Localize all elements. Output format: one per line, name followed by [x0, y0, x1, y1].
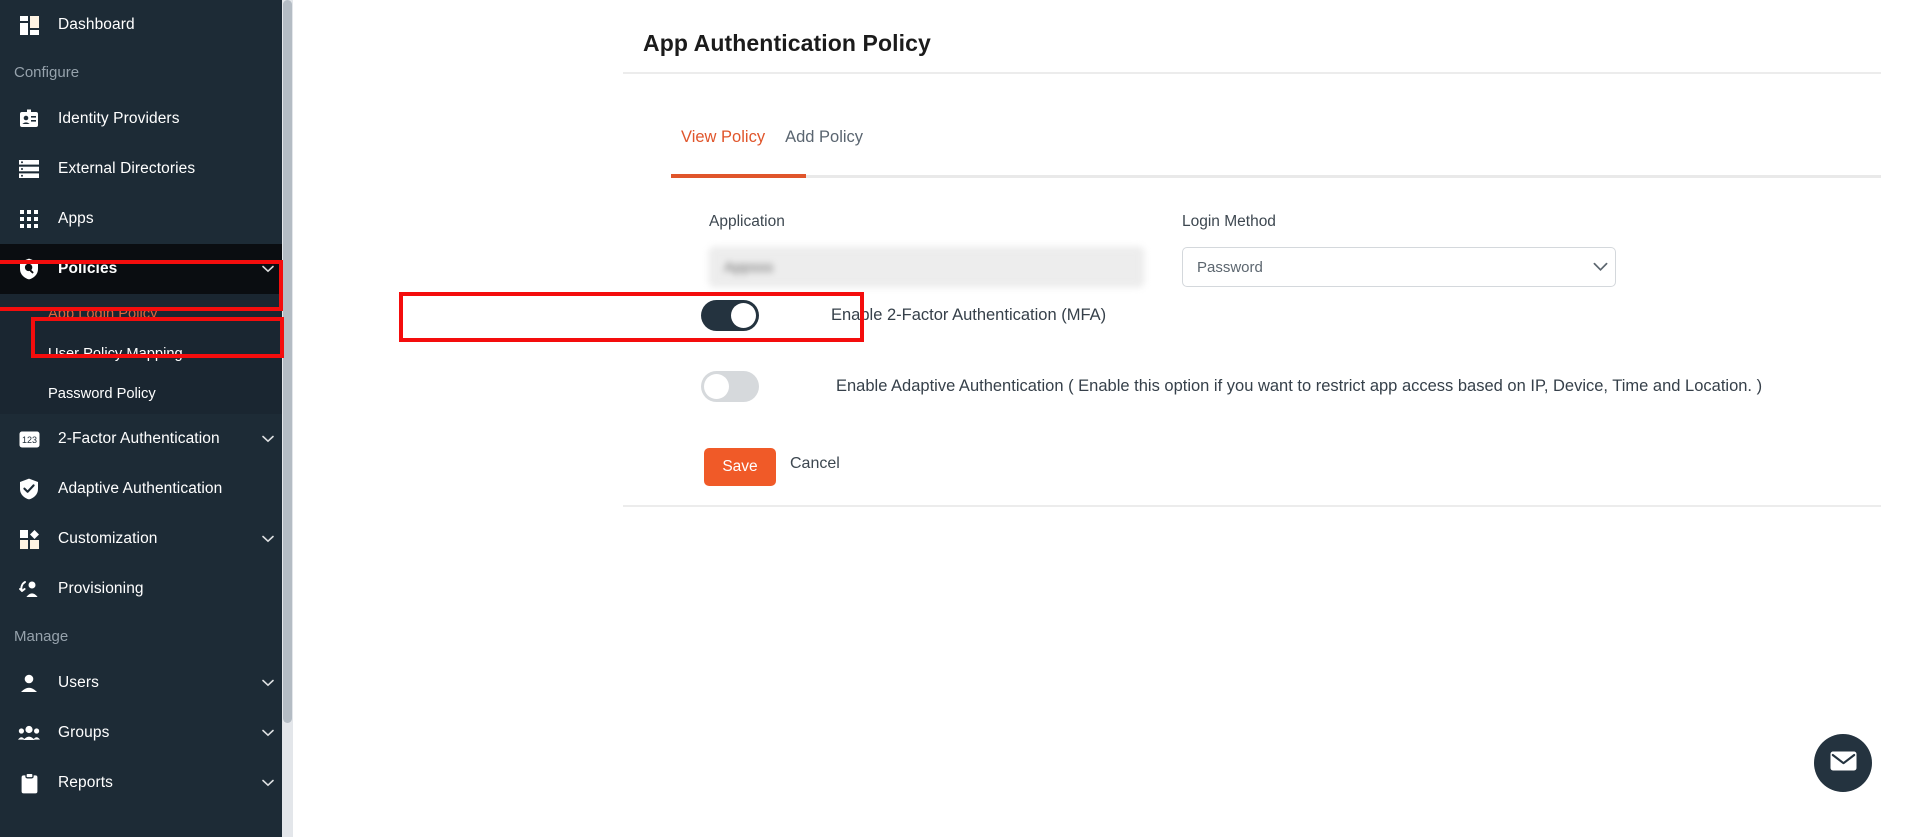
external-directories-icon — [14, 156, 44, 182]
footer-divider — [623, 505, 1881, 507]
sidebar-section-configure: Configure — [14, 63, 80, 81]
sidebar-item-label: Customization — [58, 530, 158, 547]
tab-add-policy[interactable]: Add Policy — [775, 128, 873, 161]
sidebar-item-adaptive-authentication[interactable]: Adaptive Authentication — [0, 464, 293, 514]
sidebar: Dashboard Configure Identity Providers E… — [0, 0, 293, 837]
tab-view-policy[interactable]: View Policy — [671, 128, 775, 161]
mfa-toggle-row: Enable 2-Factor Authentication (MFA) — [701, 300, 1106, 331]
policies-shield-icon — [14, 256, 44, 282]
sidebar-item-groups[interactable]: Groups — [0, 708, 293, 758]
adaptive-shield-check-icon — [14, 476, 44, 502]
dashboard-icon — [14, 12, 44, 38]
sidebar-subitem-app-login-policy[interactable]: App Login Policy — [0, 294, 293, 334]
header-divider — [623, 72, 1881, 74]
two-factor-123-icon: 123 — [14, 426, 44, 452]
sidebar-subitem-label: Password Policy — [48, 386, 156, 402]
tab-active-underline — [671, 174, 806, 178]
sidebar-item-label: Adaptive Authentication — [58, 480, 223, 497]
main-content: App Authentication Policy View Policy Ad… — [293, 0, 1919, 837]
mail-icon — [1830, 751, 1857, 776]
customization-icon — [14, 526, 44, 552]
apps-grid-icon — [14, 206, 44, 232]
sidebar-scrollbar-thumb[interactable] — [283, 0, 292, 723]
application-label: Application — [709, 213, 785, 230]
sidebar-item-label: Policies — [58, 260, 118, 277]
sidebar-item-external-directories[interactable]: External Directories — [0, 144, 293, 194]
sidebar-item-provisioning[interactable]: Provisioning — [0, 564, 293, 614]
sidebar-item-label: Reports — [58, 774, 113, 791]
sidebar-item-customization[interactable]: Customization — [0, 514, 293, 564]
sidebar-item-label: Identity Providers — [58, 110, 180, 127]
identity-providers-icon — [14, 106, 44, 132]
tab-bar-rule — [671, 175, 1881, 178]
sidebar-item-users[interactable]: Users — [0, 658, 293, 708]
adaptive-auth-toggle-knob — [704, 374, 729, 399]
sidebar-item-apps[interactable]: Apps — [0, 194, 293, 244]
chevron-down-icon — [261, 779, 275, 787]
chevron-down-icon — [261, 729, 275, 737]
sidebar-item-dashboard[interactable]: Dashboard — [0, 0, 293, 50]
sidebar-item-policies[interactable]: Policies — [0, 244, 293, 294]
sidebar-item-2-factor-authentication[interactable]: 123 2-Factor Authentication — [0, 414, 293, 464]
application-input[interactable] — [709, 247, 1144, 287]
mfa-toggle-knob — [731, 303, 756, 328]
app-root: Dashboard Configure Identity Providers E… — [0, 0, 1919, 837]
chevron-down-icon — [261, 265, 275, 273]
cancel-button[interactable]: Cancel — [790, 455, 840, 473]
chevron-down-icon — [261, 679, 275, 687]
reports-clipboard-icon — [14, 770, 44, 796]
sidebar-subitem-password-policy[interactable]: Password Policy — [0, 374, 293, 414]
sidebar-item-label: Users — [58, 674, 99, 691]
user-icon — [14, 670, 44, 696]
mfa-toggle-label: Enable 2-Factor Authentication (MFA) — [831, 306, 1107, 324]
sidebar-item-label: Provisioning — [58, 580, 144, 597]
svg-text:123: 123 — [21, 435, 36, 445]
adaptive-auth-toggle[interactable] — [701, 371, 759, 402]
sidebar-subitem-user-policy-mapping[interactable]: User Policy Mapping — [0, 334, 293, 374]
sidebar-subitem-label: User Policy Mapping — [48, 346, 183, 362]
provisioning-icon — [14, 576, 44, 602]
sidebar-scrollbar[interactable] — [282, 0, 293, 837]
groups-icon — [14, 720, 44, 746]
page-title: App Authentication Policy — [643, 30, 931, 56]
sidebar-item-label: 2-Factor Authentication — [58, 430, 220, 447]
sidebar-subitem-label: App Login Policy — [48, 306, 158, 322]
chevron-down-icon — [261, 435, 275, 443]
sidebar-item-label: Groups — [58, 724, 110, 741]
sidebar-item-label: Apps — [58, 210, 94, 227]
login-method-label: Login Method — [1182, 213, 1276, 230]
contact-support-button[interactable] — [1814, 734, 1872, 792]
sidebar-submenu-policies: App Login Policy User Policy Mapping Pas… — [0, 294, 293, 414]
login-method-select[interactable]: Password — [1182, 247, 1616, 287]
sidebar-item-reports[interactable]: Reports — [0, 758, 293, 808]
tab-bar: View Policy Add Policy — [671, 128, 873, 161]
sidebar-item-label: External Directories — [58, 160, 196, 177]
adaptive-auth-toggle-label: Enable Adaptive Authentication ( Enable … — [836, 377, 1763, 395]
sidebar-item-identity-providers[interactable]: Identity Providers — [0, 94, 293, 144]
chevron-down-icon — [261, 535, 275, 543]
adaptive-auth-toggle-row: Enable Adaptive Authentication ( Enable … — [701, 371, 1762, 402]
save-button[interactable]: Save — [704, 448, 776, 486]
sidebar-section-manage: Manage — [14, 627, 69, 645]
sidebar-item-label: Dashboard — [58, 16, 135, 33]
mfa-toggle[interactable] — [701, 300, 759, 331]
